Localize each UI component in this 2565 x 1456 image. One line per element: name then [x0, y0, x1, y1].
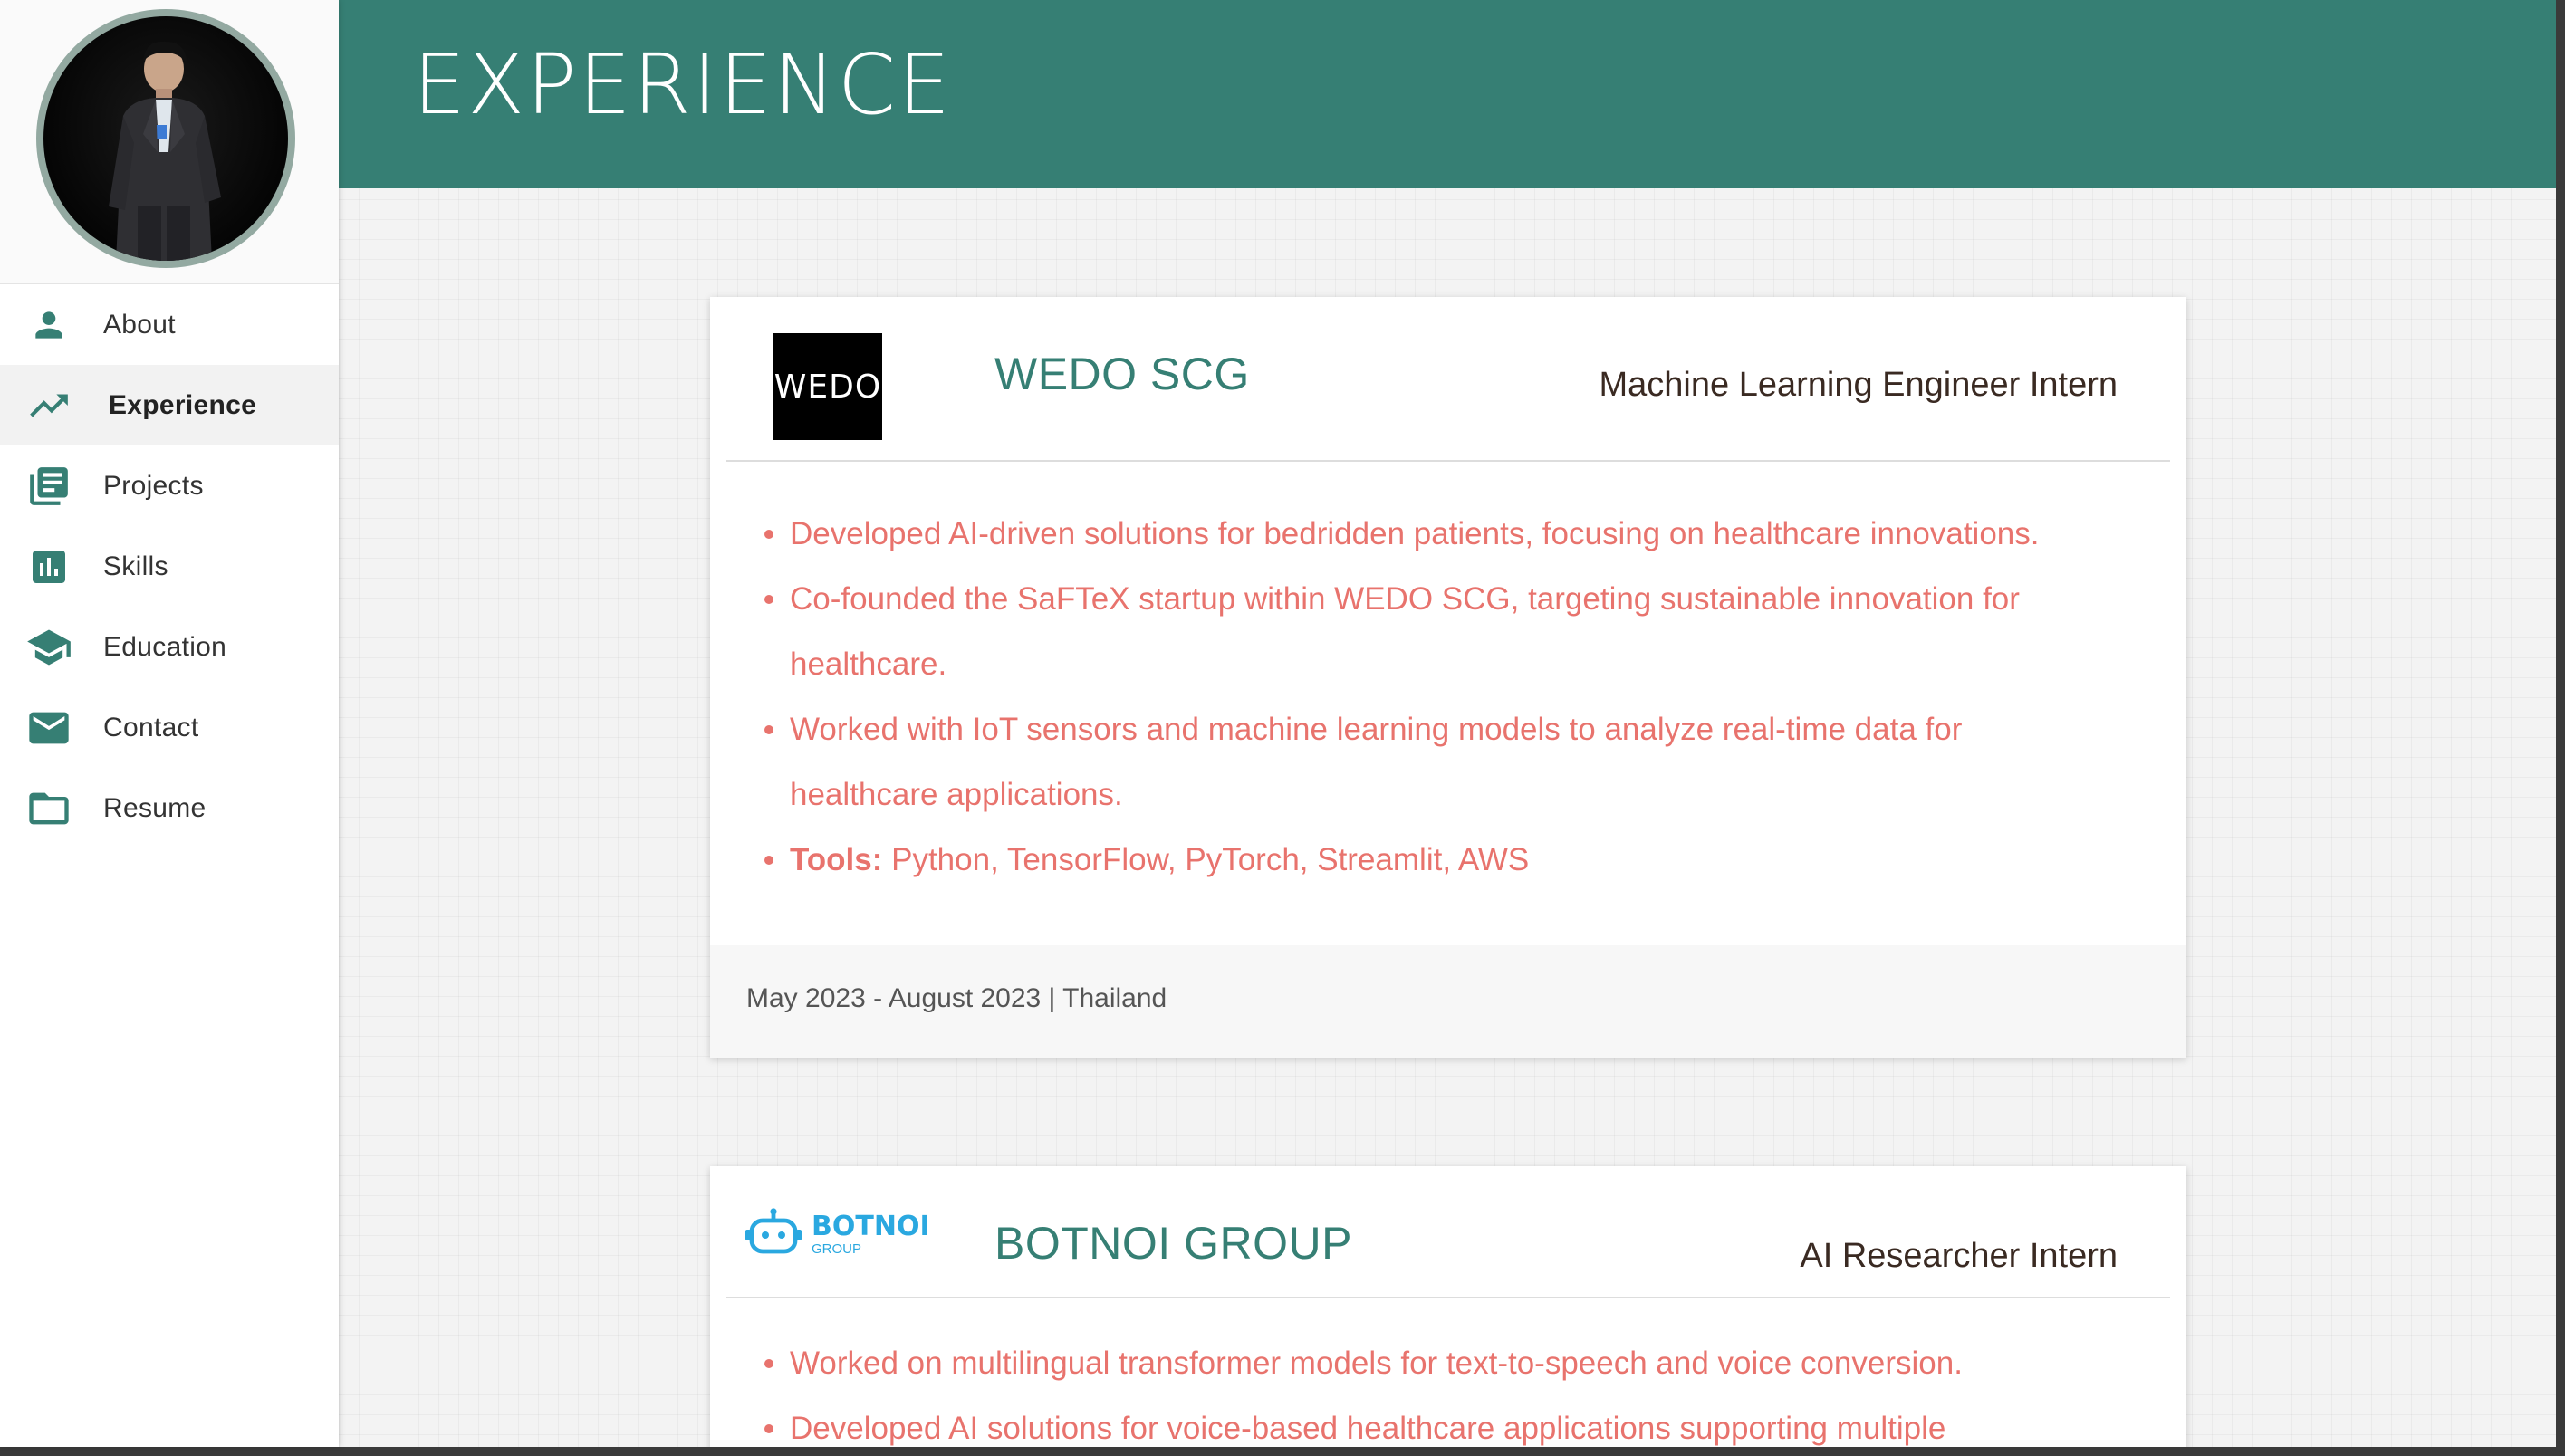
tools-value: Python, TensorFlow, PyTorch, Streamlit, … — [882, 842, 1530, 877]
avatar — [36, 9, 295, 268]
person-icon — [25, 302, 72, 349]
page-title: EXPERIENCE — [413, 36, 953, 133]
tools-label: Tools: — [790, 842, 883, 877]
job-role: AI Researcher Intern — [1800, 1237, 2118, 1275]
job-role: Machine Learning Engineer Intern — [1599, 366, 2118, 404]
sidebar-item-label: Projects — [103, 470, 204, 501]
sidebar-nav: About Experience Projects Skills Educati… — [0, 284, 339, 848]
mail-icon — [25, 704, 72, 752]
list-item: Worked with IoT sensors and machine lear… — [764, 697, 2186, 828]
folder-icon — [25, 785, 72, 832]
list-item: Co-founded the SaFTeX startup within WED… — [764, 567, 2186, 697]
robot-icon — [745, 1207, 802, 1261]
bar-chart-icon — [25, 543, 72, 590]
library-books-icon — [25, 463, 72, 510]
company-logo: BOTNOI GROUP — [745, 1202, 930, 1266]
sidebar-item-label: Resume — [103, 792, 207, 823]
list-item: Developed AI solutions for voice-based h… — [764, 1396, 2186, 1447]
sidebar-item-label: Contact — [103, 712, 199, 742]
profile-area — [0, 0, 339, 284]
logo-wordmark: BOTNOI GROUP — [812, 1210, 930, 1257]
logo-sub: GROUP — [812, 1240, 862, 1257]
sidebar: About Experience Projects Skills Educati… — [0, 0, 339, 1447]
bullet-list: Developed AI-driven solutions for bedrid… — [710, 462, 2186, 893]
page-header: EXPERIENCE — [339, 0, 2556, 188]
list-item: Worked on multilingual transformer model… — [764, 1331, 2186, 1396]
sidebar-item-label: Skills — [103, 551, 168, 581]
list-item: Developed AI-driven solutions for bedrid… — [764, 502, 2186, 567]
sidebar-item-experience[interactable]: Experience — [0, 365, 339, 445]
sidebar-item-projects[interactable]: Projects — [0, 445, 339, 526]
experience-card: WEDO WEDO SCG Machine Learning Engineer … — [710, 297, 2186, 1058]
sidebar-item-label: About — [103, 309, 176, 340]
experience-card: BOTNOI GROUP BOTNOI GROUP AI Researcher … — [710, 1166, 2186, 1447]
logo-brand: BOTNOI — [812, 1210, 930, 1242]
trending-up-icon — [25, 382, 72, 429]
bullet-list: Worked on multilingual transformer model… — [710, 1298, 2186, 1447]
logo-text: WEDO — [773, 368, 882, 406]
school-icon — [25, 624, 72, 671]
main-content: EXPERIENCE WEDO WEDO SCG Machine Learnin… — [339, 0, 2556, 1447]
sidebar-item-resume[interactable]: Resume — [0, 768, 339, 848]
company-logo: WEDO — [773, 333, 882, 440]
company-name: BOTNOI GROUP — [994, 1218, 1352, 1269]
card-footer: May 2023 - August 2023 | Thailand — [710, 945, 2186, 1058]
list-item: Tools: Python, TensorFlow, PyTorch, Stre… — [764, 828, 2186, 893]
window-bottom-edge — [0, 1447, 2565, 1456]
app-frame: About Experience Projects Skills Educati… — [0, 0, 2565, 1456]
sidebar-item-label: Education — [103, 631, 227, 662]
sidebar-item-contact[interactable]: Contact — [0, 687, 339, 768]
sidebar-item-about[interactable]: About — [0, 284, 339, 365]
card-header: BOTNOI GROUP BOTNOI GROUP AI Researcher … — [726, 1166, 2170, 1298]
date-location: May 2023 - August 2023 | Thailand — [746, 983, 1167, 1013]
sidebar-item-label: Experience — [109, 389, 257, 420]
sidebar-item-education[interactable]: Education — [0, 607, 339, 687]
sidebar-item-skills[interactable]: Skills — [0, 526, 339, 607]
card-header: WEDO WEDO SCG Machine Learning Engineer … — [726, 297, 2170, 462]
company-name: WEDO SCG — [994, 349, 1250, 399]
